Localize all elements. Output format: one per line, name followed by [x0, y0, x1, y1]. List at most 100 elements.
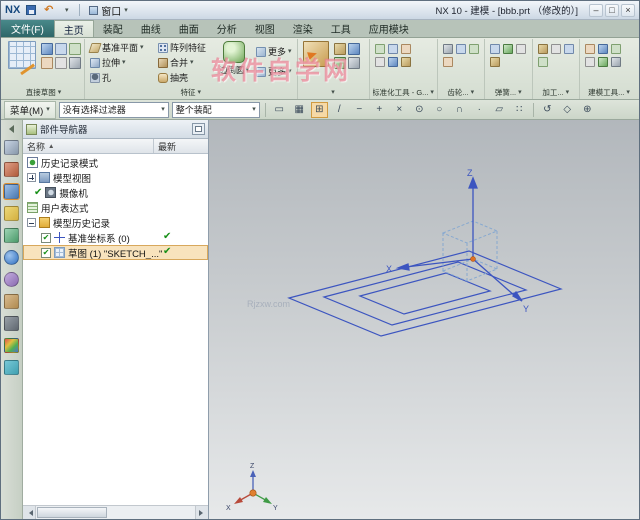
modeling-tool-icon[interactable]: [611, 44, 621, 54]
tree-row-camera[interactable]: ✔ 摄像机: [23, 185, 208, 200]
part-navigator-icon[interactable]: [4, 184, 19, 199]
edge-blend-button[interactable]: 边倒圆 ▾: [217, 40, 251, 77]
selection-scope-dropdown[interactable]: 整个装配 ▾: [172, 102, 260, 118]
arc-tool-icon[interactable]: [69, 43, 81, 55]
modeling-tool-icon[interactable]: [611, 57, 621, 67]
datum-axes[interactable]: [398, 178, 522, 301]
tab-file[interactable]: 文件(F): [1, 20, 54, 37]
gear-tool-icon[interactable]: [443, 44, 453, 54]
assembly-navigator-icon[interactable]: [4, 140, 19, 155]
rectangle-select-icon[interactable]: ▭: [271, 102, 288, 118]
offset-face-icon[interactable]: [334, 57, 346, 69]
sketch-button[interactable]: [6, 40, 38, 70]
gc-tool-icon[interactable]: [401, 44, 411, 54]
scrollbar-thumb[interactable]: [37, 507, 107, 518]
tab-curve[interactable]: 曲线: [132, 20, 170, 37]
process-studio-icon[interactable]: [4, 294, 19, 309]
tab-surface[interactable]: 曲面: [170, 20, 208, 37]
snap-plus-circle-icon[interactable]: ⊕: [579, 102, 596, 118]
undo-button[interactable]: ↶: [41, 3, 56, 18]
tab-tools[interactable]: 工具: [322, 20, 360, 37]
navigator-horizontal-scrollbar[interactable]: [23, 505, 208, 519]
tree-row-model-views[interactable]: 模型视图: [23, 170, 208, 185]
modeling-tool-icon[interactable]: [598, 44, 608, 54]
tab-view[interactable]: 视图: [246, 20, 284, 37]
machining-tool-icon[interactable]: [564, 44, 574, 54]
snap-endpoint-icon[interactable]: /: [331, 102, 348, 118]
profile-tool-icon[interactable]: [41, 43, 53, 55]
tree-row-model-history[interactable]: 模型历史记录: [23, 215, 208, 230]
move-face-icon[interactable]: [334, 43, 346, 55]
more-bottom-button[interactable]: 更多 ▾: [254, 64, 294, 79]
group-label-machining[interactable]: 加工... ▾: [536, 86, 576, 99]
roles-icon[interactable]: [4, 338, 19, 353]
manage-icon[interactable]: [4, 316, 19, 331]
menu-button[interactable]: 菜单(M) ▾: [4, 101, 56, 119]
expand-icon[interactable]: [27, 173, 36, 182]
tree-row-user-expressions[interactable]: 用户表达式: [23, 200, 208, 215]
window-menu-button[interactable]: 窗口 ▾: [85, 2, 132, 19]
group-label-standard-tools[interactable]: 标准化工具 - G... ▾: [373, 86, 434, 99]
pattern-feature-button[interactable]: 阵列特征: [156, 40, 214, 55]
column-header-name[interactable]: 名称 ▲: [23, 139, 154, 153]
group-label-synchronous[interactable]: ▾: [301, 86, 366, 99]
sketch-wireframe[interactable]: [289, 251, 561, 336]
line-tool-icon[interactable]: [55, 43, 67, 55]
gear-tool-icon[interactable]: [456, 44, 466, 54]
group-label-spring[interactable]: 弹簧... ▾: [488, 86, 528, 99]
snap-control-point-icon[interactable]: +: [371, 102, 388, 118]
tab-application[interactable]: 应用模块: [360, 20, 418, 37]
save-button[interactable]: [23, 3, 38, 18]
viewport-3d[interactable]: X Y Z Rjzxw.com Z X Y: [209, 120, 639, 519]
spring-tool-icon[interactable]: [490, 57, 500, 67]
snap-diamond-icon[interactable]: ◇: [559, 102, 576, 118]
reuse-library-icon[interactable]: [4, 206, 19, 221]
snap-quadrant-icon[interactable]: ○: [431, 102, 448, 118]
delete-face-icon[interactable]: [348, 57, 360, 69]
extrude-button[interactable]: 拉伸 ▾: [88, 55, 154, 70]
tab-home[interactable]: 主页: [54, 20, 94, 37]
circle-tool-icon[interactable]: [41, 57, 53, 69]
tab-analysis[interactable]: 分析: [208, 20, 246, 37]
web-browser-icon[interactable]: [4, 250, 19, 265]
scroll-left-button[interactable]: [23, 506, 36, 519]
spring-tool-icon[interactable]: [503, 44, 513, 54]
hd3d-tools-icon[interactable]: [4, 228, 19, 243]
group-label-feature[interactable]: 特征 ▾: [88, 86, 294, 99]
collapse-ic[interactable]: [27, 218, 36, 227]
tab-render[interactable]: 渲染: [284, 20, 322, 37]
checkbox[interactable]: ✔: [41, 248, 51, 258]
gear-tool-icon[interactable]: [469, 44, 479, 54]
unite-button[interactable]: 合并 ▾: [156, 55, 214, 70]
collapse-panel-icon[interactable]: [9, 125, 14, 133]
view-triad[interactable]: Z X Y: [226, 463, 278, 512]
snap-point-on-face-icon[interactable]: ▱: [491, 102, 508, 118]
snap-enable-icon[interactable]: ⊞: [311, 102, 328, 118]
synchronous-modeling-button[interactable]: [301, 40, 331, 68]
modeling-tool-icon[interactable]: [598, 57, 608, 67]
snap-reset-icon[interactable]: ↺: [539, 102, 556, 118]
trim-tool-icon[interactable]: [69, 57, 81, 69]
checkbox[interactable]: ✔: [41, 233, 51, 243]
constraint-navigator-icon[interactable]: [4, 162, 19, 177]
tree-row-sketch[interactable]: ✔ 草图 (1) "SKETCH_..." ✔: [23, 245, 208, 260]
shaded-select-icon[interactable]: ▦: [291, 102, 308, 118]
hole-button[interactable]: 孔: [88, 70, 154, 85]
gc-tool-icon[interactable]: [375, 57, 385, 67]
gc-tool-icon[interactable]: [375, 44, 385, 54]
gc-tool-icon[interactable]: [388, 57, 398, 67]
group-label-gear[interactable]: 齿轮... ▾: [441, 86, 481, 99]
snap-point-on-curve-icon[interactable]: ·: [471, 102, 488, 118]
more-top-button[interactable]: 更多 ▾: [254, 44, 294, 59]
replace-face-icon[interactable]: [348, 43, 360, 55]
shell-button[interactable]: 抽壳: [156, 70, 214, 85]
spring-tool-icon[interactable]: [490, 44, 500, 54]
tab-assemblies[interactable]: 装配: [94, 20, 132, 37]
modeling-tool-icon[interactable]: [585, 44, 595, 54]
undock-panel-button[interactable]: [192, 123, 205, 135]
spring-tool-icon[interactable]: [516, 44, 526, 54]
tree-row-history-mode[interactable]: 历史记录模式: [23, 155, 208, 170]
tree-row-datum-csys[interactable]: ✔ 基准坐标系 (0) ✔: [23, 230, 208, 245]
scroll-right-button[interactable]: [195, 506, 208, 519]
snap-midpoint-icon[interactable]: −: [351, 102, 368, 118]
